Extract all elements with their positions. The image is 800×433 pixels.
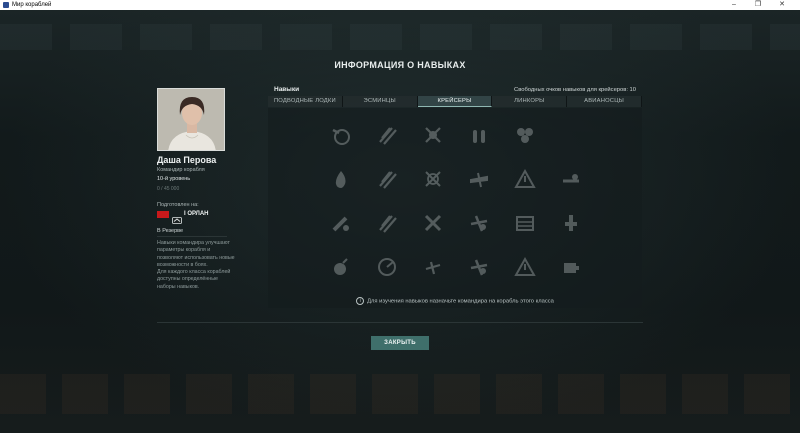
target-icon[interactable] xyxy=(422,168,444,190)
tab-submarines[interactable]: ПОДВОДНЫЕ ЛОДКИ xyxy=(268,96,343,107)
commander-portrait xyxy=(157,88,225,151)
plane-slash-icon[interactable] xyxy=(468,212,490,234)
window-controls: – ❐ ✕ xyxy=(722,0,794,10)
spyglass-icon[interactable] xyxy=(330,124,352,146)
close-button[interactable]: ЗАКРЫТЬ xyxy=(371,336,429,350)
commander-level: 10-й уровень xyxy=(157,176,191,182)
ship-name: I ОРЛАН xyxy=(184,211,209,217)
window-titlebar: Мир кораблей – ❐ ✕ xyxy=(0,0,800,10)
commander-name: Даша Перова xyxy=(157,155,217,165)
warning-icon[interactable] xyxy=(514,256,536,278)
shells-icon[interactable] xyxy=(468,124,490,146)
background-ship-carousel-top xyxy=(0,24,800,50)
plane-icon[interactable] xyxy=(468,168,490,190)
fire-icon[interactable] xyxy=(330,168,352,190)
wrench-icon[interactable] xyxy=(422,212,444,234)
background-ship-carousel-bottom xyxy=(0,374,800,414)
commander-xp: 0 / 45 000 xyxy=(157,186,180,192)
nation-flag-icon xyxy=(157,210,169,218)
shells-slash-icon[interactable] xyxy=(376,212,398,234)
commander-description-classes: Для каждого класса кораблей доступны опр… xyxy=(157,269,231,290)
skills-title: Навыки xyxy=(274,86,300,93)
divider xyxy=(157,236,227,237)
ship-class-tabs: ПОДВОДНЫЕ ЛОДКИ ЭСМИНЦЫ КРЕЙСЕРЫ ЛИНКОРЫ… xyxy=(268,96,642,107)
repair-icon[interactable] xyxy=(560,212,582,234)
shells-slash-icon[interactable] xyxy=(376,124,398,146)
bomb-icon[interactable] xyxy=(330,256,352,278)
dialog-title: ИНФОРМАЦИЯ О НАВЫКАХ xyxy=(334,60,466,70)
maximize-icon[interactable]: ❐ xyxy=(746,0,770,10)
plane-slash-icon[interactable] xyxy=(468,256,490,278)
shells-slash-icon[interactable] xyxy=(376,168,398,190)
warning-icon[interactable] xyxy=(514,168,536,190)
trained-for-label: Подготовлен на: xyxy=(157,202,199,208)
crosshair-icon[interactable] xyxy=(422,124,444,146)
app-icon xyxy=(3,2,9,8)
skills-info-note: i Для изучения навыков назначьте командир… xyxy=(268,297,642,305)
commander-status: В Резерве xyxy=(157,228,184,234)
divider xyxy=(157,322,643,323)
engine-icon[interactable] xyxy=(560,256,582,278)
tab-aircraft-carriers[interactable]: АВИАНОСЦЫ xyxy=(567,96,642,107)
free-skill-points: Свободных очков навыков для крейсеров: 1… xyxy=(514,87,636,93)
tab-cruisers[interactable]: КРЕЙСЕРЫ xyxy=(417,96,493,107)
torpedo-icon[interactable] xyxy=(330,212,352,234)
cruiser-class-icon xyxy=(172,211,182,224)
radar-scope-icon[interactable] xyxy=(376,256,398,278)
skills-note-text: Для изучения навыков назначьте командира… xyxy=(367,298,554,305)
commander-role: Командир корабля xyxy=(157,167,205,173)
close-window-icon[interactable]: ✕ xyxy=(770,0,794,10)
gear-cluster-icon[interactable] xyxy=(514,124,536,146)
commander-description: Навыки командира улучшают параметры кора… xyxy=(157,240,235,268)
minimize-icon[interactable]: – xyxy=(722,0,746,10)
info-icon: i xyxy=(356,297,365,305)
window-title: Мир кораблей xyxy=(12,2,52,8)
skill-grid xyxy=(330,124,582,292)
radar-icon[interactable] xyxy=(560,168,582,190)
tab-destroyers[interactable]: ЭСМИНЦЫ xyxy=(342,96,418,107)
tab-battleships[interactable]: ЛИНКОРЫ xyxy=(492,96,568,107)
trained-ship: I ОРЛАН xyxy=(157,210,209,224)
plane-small-icon[interactable] xyxy=(422,256,444,278)
ammo-box-icon[interactable] xyxy=(514,212,536,234)
